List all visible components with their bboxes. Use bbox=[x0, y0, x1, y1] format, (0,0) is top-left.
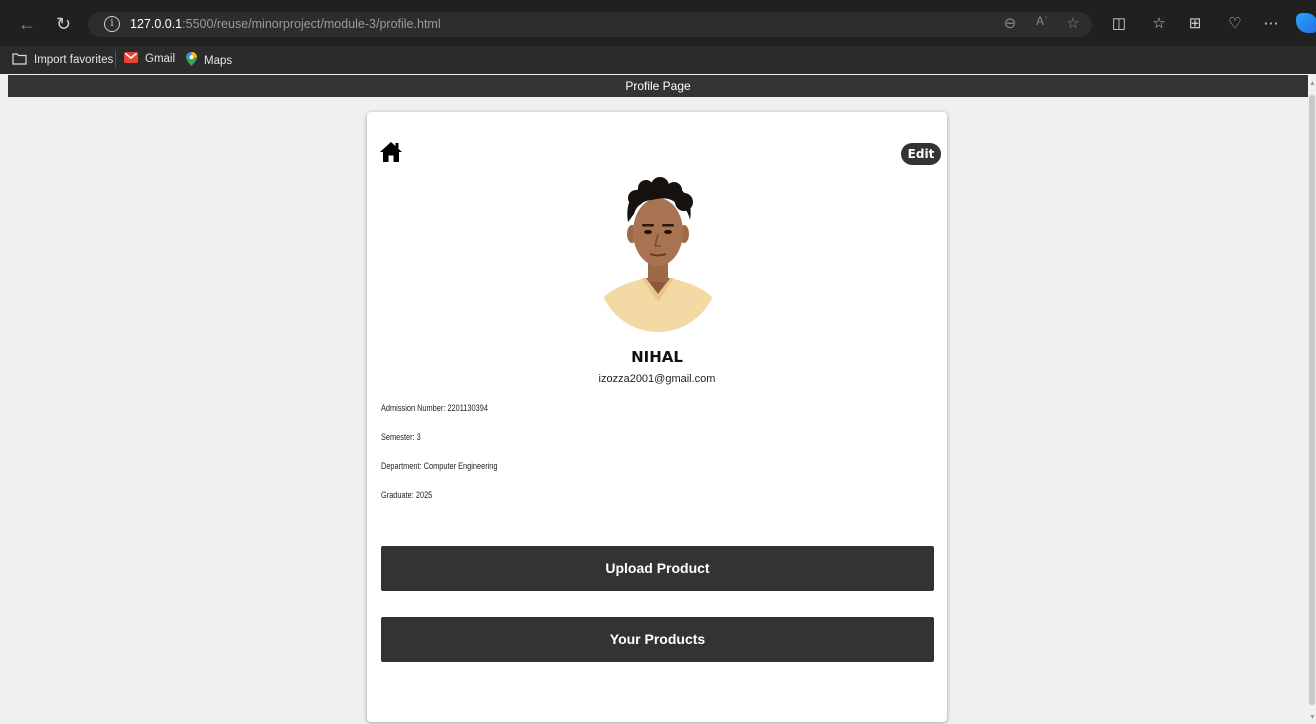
favorite-star-icon[interactable]: ☆ bbox=[1064, 14, 1082, 32]
bookmark-import-favorites[interactable]: Import favorites bbox=[12, 52, 113, 68]
home-icon[interactable] bbox=[379, 140, 403, 164]
gmail-icon bbox=[124, 52, 138, 66]
graduate-year: Graduate: 2025 bbox=[381, 490, 433, 500]
page-header: Profile Page bbox=[8, 75, 1308, 97]
back-arrow-icon[interactable]: ← bbox=[18, 14, 36, 35]
bookmark-label: Maps bbox=[204, 54, 233, 67]
admission-number: Admission Number: 2201130394 bbox=[381, 403, 488, 413]
favorites-icon[interactable]: ☆ bbox=[1150, 14, 1168, 32]
profile-avatar bbox=[598, 174, 718, 332]
scroll-up-arrow-icon[interactable]: ▲ bbox=[1309, 80, 1316, 87]
more-menu-icon[interactable]: ⋯ bbox=[1262, 14, 1280, 32]
site-info-icon[interactable]: i bbox=[104, 16, 120, 32]
refresh-icon[interactable]: ↻ bbox=[56, 14, 71, 35]
bookmark-label: Import favorites bbox=[34, 54, 114, 66]
semester: Semester: 3 bbox=[381, 432, 421, 442]
bookmark-separator bbox=[115, 51, 116, 67]
edit-button[interactable]: Edit bbox=[901, 143, 941, 165]
url-host: 127.0.0.1 bbox=[130, 17, 183, 31]
browser-essentials-icon[interactable]: ♡ bbox=[1226, 14, 1244, 32]
read-aloud-icon[interactable]: Aʿ bbox=[1033, 14, 1051, 28]
collections-icon[interactable]: ⊞ bbox=[1186, 14, 1204, 32]
folder-icon bbox=[12, 52, 27, 68]
profile-name: NIHAL bbox=[631, 348, 683, 366]
url-path: :5500/reuse/minorproject/module-3/profil… bbox=[182, 17, 441, 31]
department: Department: Computer Engineering bbox=[381, 461, 498, 471]
split-screen-icon[interactable]: ◫ bbox=[1110, 14, 1128, 32]
upload-product-button[interactable]: Upload Product bbox=[381, 546, 934, 591]
url-text[interactable]: 127.0.0.1:5500/reuse/minorproject/module… bbox=[130, 17, 441, 31]
bookmark-gmail[interactable]: Gmail bbox=[124, 52, 175, 66]
maps-pin-icon bbox=[186, 52, 197, 69]
your-products-button[interactable]: Your Products bbox=[381, 617, 934, 662]
bookmark-label: Gmail bbox=[145, 53, 176, 65]
zoom-out-icon[interactable]: ⊖ bbox=[1001, 14, 1019, 32]
scrollbar-thumb[interactable] bbox=[1309, 95, 1315, 705]
bookmark-maps[interactable]: Maps bbox=[186, 52, 232, 69]
profile-email: izozza2001@gmail.com bbox=[598, 373, 716, 385]
scroll-down-arrow-icon[interactable]: ▼ bbox=[1309, 714, 1316, 721]
